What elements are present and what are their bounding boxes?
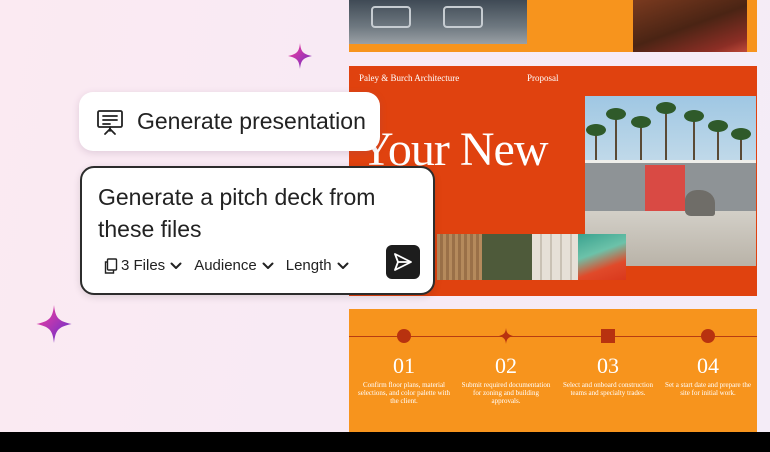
slide-doc-type: Proposal	[527, 73, 559, 83]
timeline-step-number: 04	[697, 353, 719, 378]
prompt-box[interactable]: Generate a pitch deck from these files 3…	[80, 166, 435, 295]
slide-company-name: Paley & Burch Architecture	[359, 73, 460, 83]
prompt-options: 3 Files Audience Length	[98, 257, 349, 274]
slide-photo-interior	[349, 0, 527, 44]
texture-fabric	[482, 234, 532, 280]
texture-plant	[578, 234, 626, 280]
chevron-down-icon	[262, 262, 274, 269]
timeline-step-number: 01	[393, 353, 415, 378]
timeline-marker-sparkle	[499, 328, 513, 344]
timeline-step-desc: Set a start date and prepare the site fo…	[665, 381, 751, 397]
send-icon	[394, 253, 412, 271]
timeline-step-number: 03	[597, 353, 619, 378]
timeline-step-desc: Select and onboard construction teams an…	[562, 381, 653, 397]
length-dropdown-label: Length	[285, 257, 332, 274]
timeline-marker-circle	[701, 329, 715, 343]
slide-timeline: 01 Confirm floor plans, material selecti…	[349, 309, 757, 432]
bottom-bar	[0, 432, 770, 452]
sparkle-icon	[36, 305, 72, 343]
chevron-down-icon	[170, 262, 182, 269]
prompt-input[interactable]: Generate a pitch deck from these files	[98, 181, 398, 245]
generate-presentation-label: Generate presentation	[137, 108, 366, 134]
sparkle-icon	[288, 43, 312, 69]
send-button[interactable]	[386, 245, 420, 279]
slide-thumbnail-top	[349, 0, 757, 52]
presentation-icon	[95, 107, 125, 137]
files-dropdown[interactable]: 3 Files	[98, 257, 182, 274]
chevron-down-icon	[337, 262, 349, 269]
timeline-step-desc: Confirm floor plans, material selections…	[358, 381, 450, 405]
audience-dropdown-label: Audience	[194, 257, 257, 274]
timeline-marker-circle	[397, 329, 411, 343]
texture-stone	[532, 234, 578, 280]
files-icon	[104, 257, 118, 274]
timeline-step-number: 02	[495, 353, 517, 378]
audience-dropdown[interactable]: Audience	[194, 257, 274, 274]
texture-wood	[437, 234, 482, 280]
timeline-step-desc: Submit required documentation for zoning…	[461, 381, 551, 405]
slide-photo-wood	[633, 0, 747, 52]
length-dropdown[interactable]: Length	[286, 257, 349, 274]
files-dropdown-label: 3 Files	[121, 257, 166, 274]
generate-presentation-button[interactable]: Generate presentation	[79, 92, 380, 151]
timeline-marker-square	[601, 329, 615, 343]
